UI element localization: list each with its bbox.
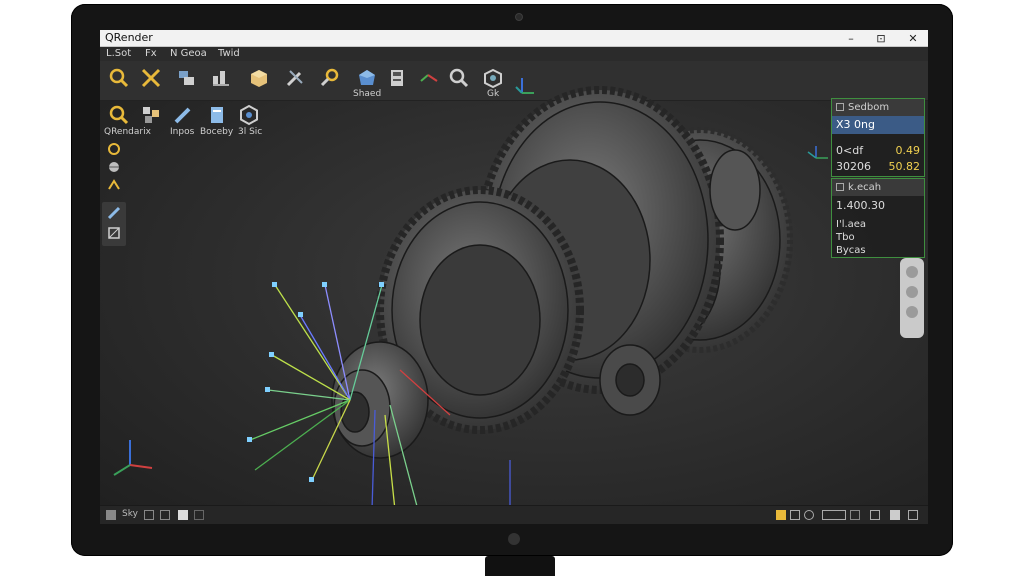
status-bar: Sky xyxy=(100,505,928,524)
grid-icon[interactable] xyxy=(106,510,116,520)
menu-bar: L.Sot Fx N Geoa Twid xyxy=(100,47,928,61)
monitor-logo xyxy=(508,533,520,545)
grid-view-icon[interactable] xyxy=(890,510,900,520)
monitor-stand xyxy=(485,556,555,576)
minimize-button[interactable]: – xyxy=(840,30,862,47)
app-screen: QRender – ⊡ ✕ L.Sot Fx N Geoa Twid Shaed… xyxy=(100,30,928,524)
layout-icon[interactable] xyxy=(822,510,846,520)
axis-gizmo-right-icon xyxy=(807,146,828,159)
print-icon[interactable] xyxy=(870,510,880,520)
orientation-gizmo-icon xyxy=(113,440,153,476)
webcam xyxy=(515,13,523,21)
link-status-icon[interactable] xyxy=(144,510,154,520)
view-controls[interactable] xyxy=(900,258,924,338)
property-value: 1.400.30 xyxy=(836,198,885,212)
checkbox[interactable] xyxy=(836,183,844,191)
close-panel-icon[interactable] xyxy=(908,510,918,520)
menu-item-4[interactable]: Twid xyxy=(218,48,240,59)
document-status-icon[interactable] xyxy=(790,510,800,520)
arrow-icon[interactable] xyxy=(850,510,860,520)
panel-header: Sedbom xyxy=(832,99,924,116)
properties-panel-top: Sedbom X3 0ng 0<df 0.49 30206 50.82 xyxy=(831,98,925,177)
properties-panel-bottom: k.ecah 1.400.30 I'l.aea Tbo Bycas xyxy=(831,178,925,258)
menu-item-3[interactable]: N Geoa xyxy=(170,48,207,59)
tab-icon[interactable] xyxy=(194,510,204,520)
3d-viewport[interactable] xyxy=(100,70,928,505)
selected-row[interactable]: X3 0ng xyxy=(832,116,924,134)
property-line: Bycas xyxy=(836,245,866,256)
gearbox-model[interactable] xyxy=(331,86,793,459)
property-row: 30206 50.82 xyxy=(836,159,920,173)
property-row: 0<df 0.49 xyxy=(836,143,920,157)
menu-item-2[interactable]: Fx xyxy=(145,48,157,59)
folder-icon[interactable] xyxy=(776,510,786,520)
property-line: I'l.aea xyxy=(836,219,867,230)
window-title: QRender xyxy=(105,31,153,44)
close-button[interactable]: ✕ xyxy=(902,30,924,47)
title-bar: QRender – ⊡ ✕ xyxy=(100,30,928,47)
maximize-button[interactable]: ⊡ xyxy=(870,30,892,47)
panel-header: k.ecah xyxy=(832,179,924,196)
cursor-status-icon[interactable] xyxy=(160,510,170,520)
status-text: Sky xyxy=(122,509,138,519)
property-line: Tbo xyxy=(836,232,855,243)
checkbox[interactable] xyxy=(836,103,844,111)
display-icon[interactable] xyxy=(178,510,188,520)
menu-item-1[interactable]: L.Sot xyxy=(106,48,131,59)
settings-status-icon[interactable] xyxy=(804,510,814,520)
